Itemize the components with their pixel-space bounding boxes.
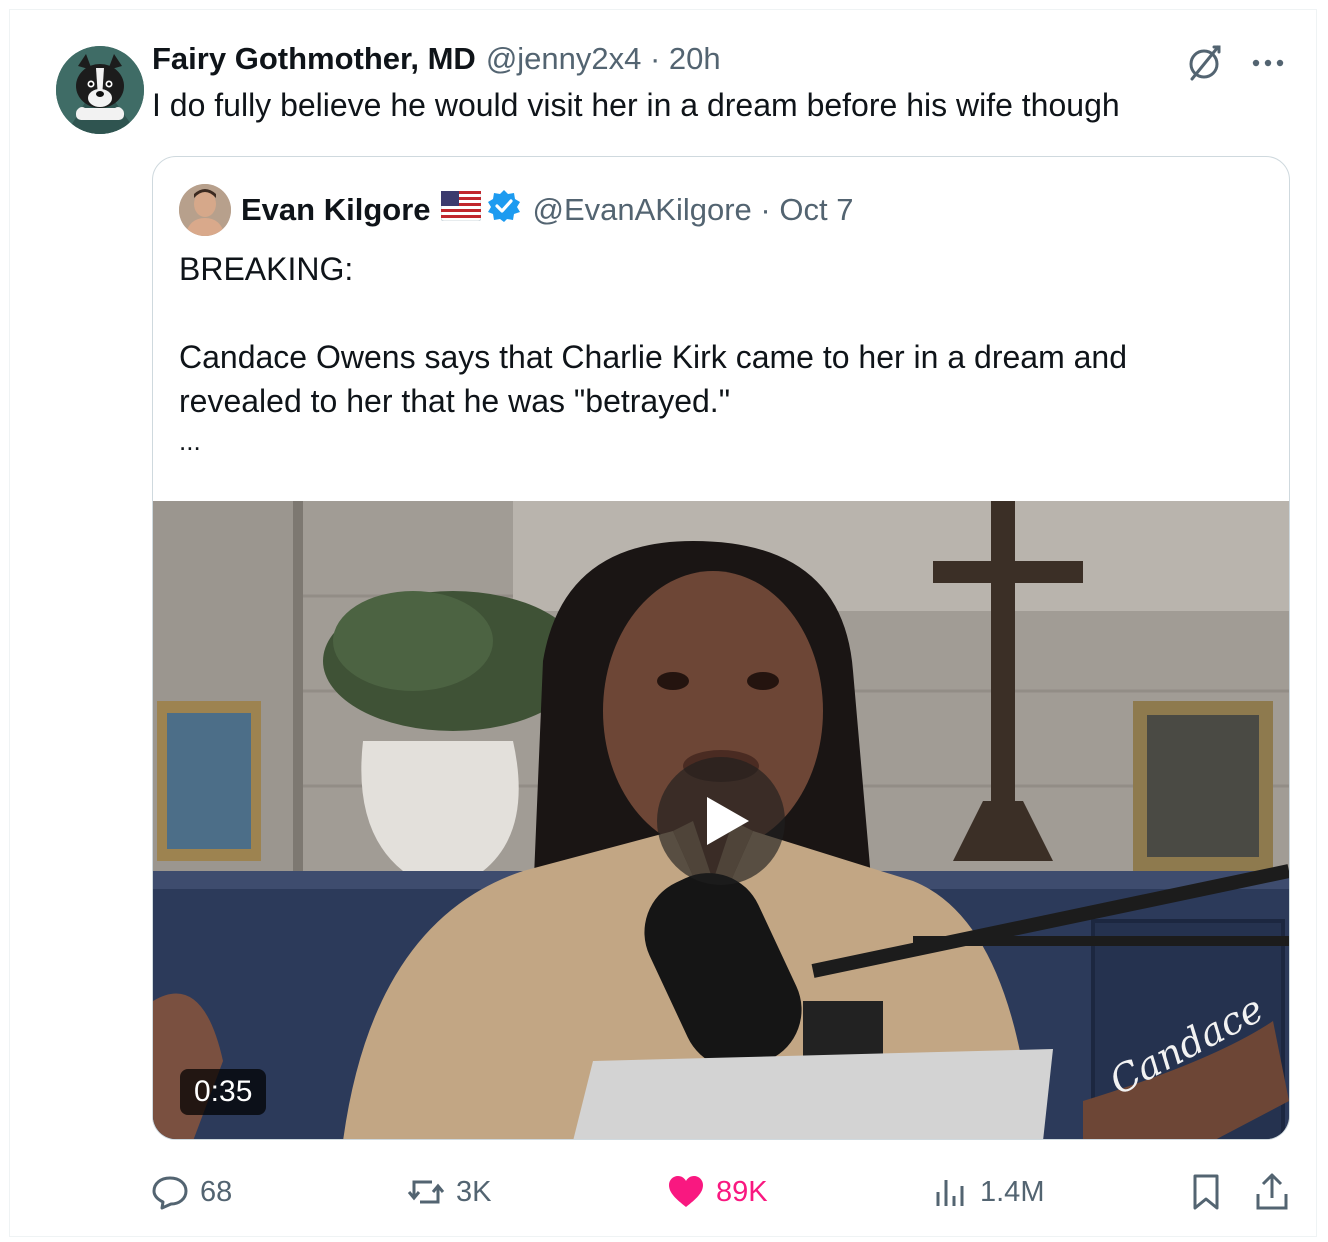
views-chart-icon: [936, 1180, 964, 1206]
play-icon: [707, 797, 749, 845]
quoted-tweet[interactable]: Evan Kilgore @EvanAKilgore · Oct 7 BREAK…: [152, 156, 1290, 1140]
repost-count: 3K: [456, 1175, 492, 1208]
quoted-tweet-header: Evan Kilgore @EvanAKilgore · Oct 7: [179, 183, 853, 237]
quoted-line-3: revealed to her that he was "betrayed.": [179, 383, 731, 419]
views-button[interactable]: 1.4M: [930, 1169, 1044, 1215]
grok-icon[interactable]: [1184, 43, 1224, 88]
tweet-header: Fairy Gothmother, MD @jenny2x4 · 20h: [152, 39, 721, 79]
dog-avatar-illustration: [56, 46, 144, 134]
author-handle-and-time[interactable]: @jenny2x4 · 20h: [486, 41, 721, 77]
more-options-icon[interactable]: [1250, 43, 1286, 88]
views-count: 1.4M: [980, 1175, 1045, 1208]
quoted-author-display-name[interactable]: Evan Kilgore: [241, 192, 431, 228]
bookmark-icon: [1193, 1174, 1219, 1210]
share-button[interactable]: [1252, 1169, 1292, 1215]
like-button[interactable]: 89K: [666, 1169, 768, 1215]
reply-count: 68: [200, 1175, 233, 1208]
quoted-line-breaking: BREAKING:: [179, 251, 354, 287]
quoted-author-handle-and-time[interactable]: @EvanAKilgore · Oct 7: [533, 192, 854, 228]
reply-button[interactable]: 68: [150, 1169, 232, 1215]
tweet-card[interactable]: Fairy Gothmother, MD @jenny2x4 · 20h I d…: [9, 9, 1317, 1237]
quoted-author-avatar[interactable]: [179, 184, 231, 236]
repost-icon: [407, 1180, 445, 1204]
like-count: 89K: [716, 1175, 768, 1208]
author-avatar[interactable]: [56, 46, 144, 134]
verified-badge-icon[interactable]: [487, 189, 521, 231]
author-display-name[interactable]: Fairy Gothmother, MD: [152, 41, 476, 77]
quoted-line-ellipsis: ...: [179, 426, 201, 456]
us-flag-icon: [440, 190, 481, 229]
heart-icon: [669, 1176, 703, 1207]
repost-button[interactable]: 3K: [406, 1169, 491, 1215]
video-player[interactable]: Candace 0:35: [153, 501, 1289, 1139]
person-avatar-photo: [179, 184, 231, 236]
play-button[interactable]: [657, 757, 785, 885]
quoted-line-2: Candace Owens says that Charlie Kirk cam…: [179, 339, 1128, 375]
video-duration-badge: 0:35: [180, 1069, 267, 1115]
share-icon: [1256, 1173, 1288, 1210]
tweet-action-bar: 68 3K 89K 1.4M: [150, 1169, 1290, 1215]
tweet-text: I do fully believe he would visit her in…: [152, 87, 1120, 123]
quoted-tweet-text: BREAKING: Candace Owens says that Charli…: [179, 247, 1269, 459]
reply-icon: [152, 1176, 188, 1210]
bookmark-button[interactable]: [1186, 1169, 1226, 1215]
